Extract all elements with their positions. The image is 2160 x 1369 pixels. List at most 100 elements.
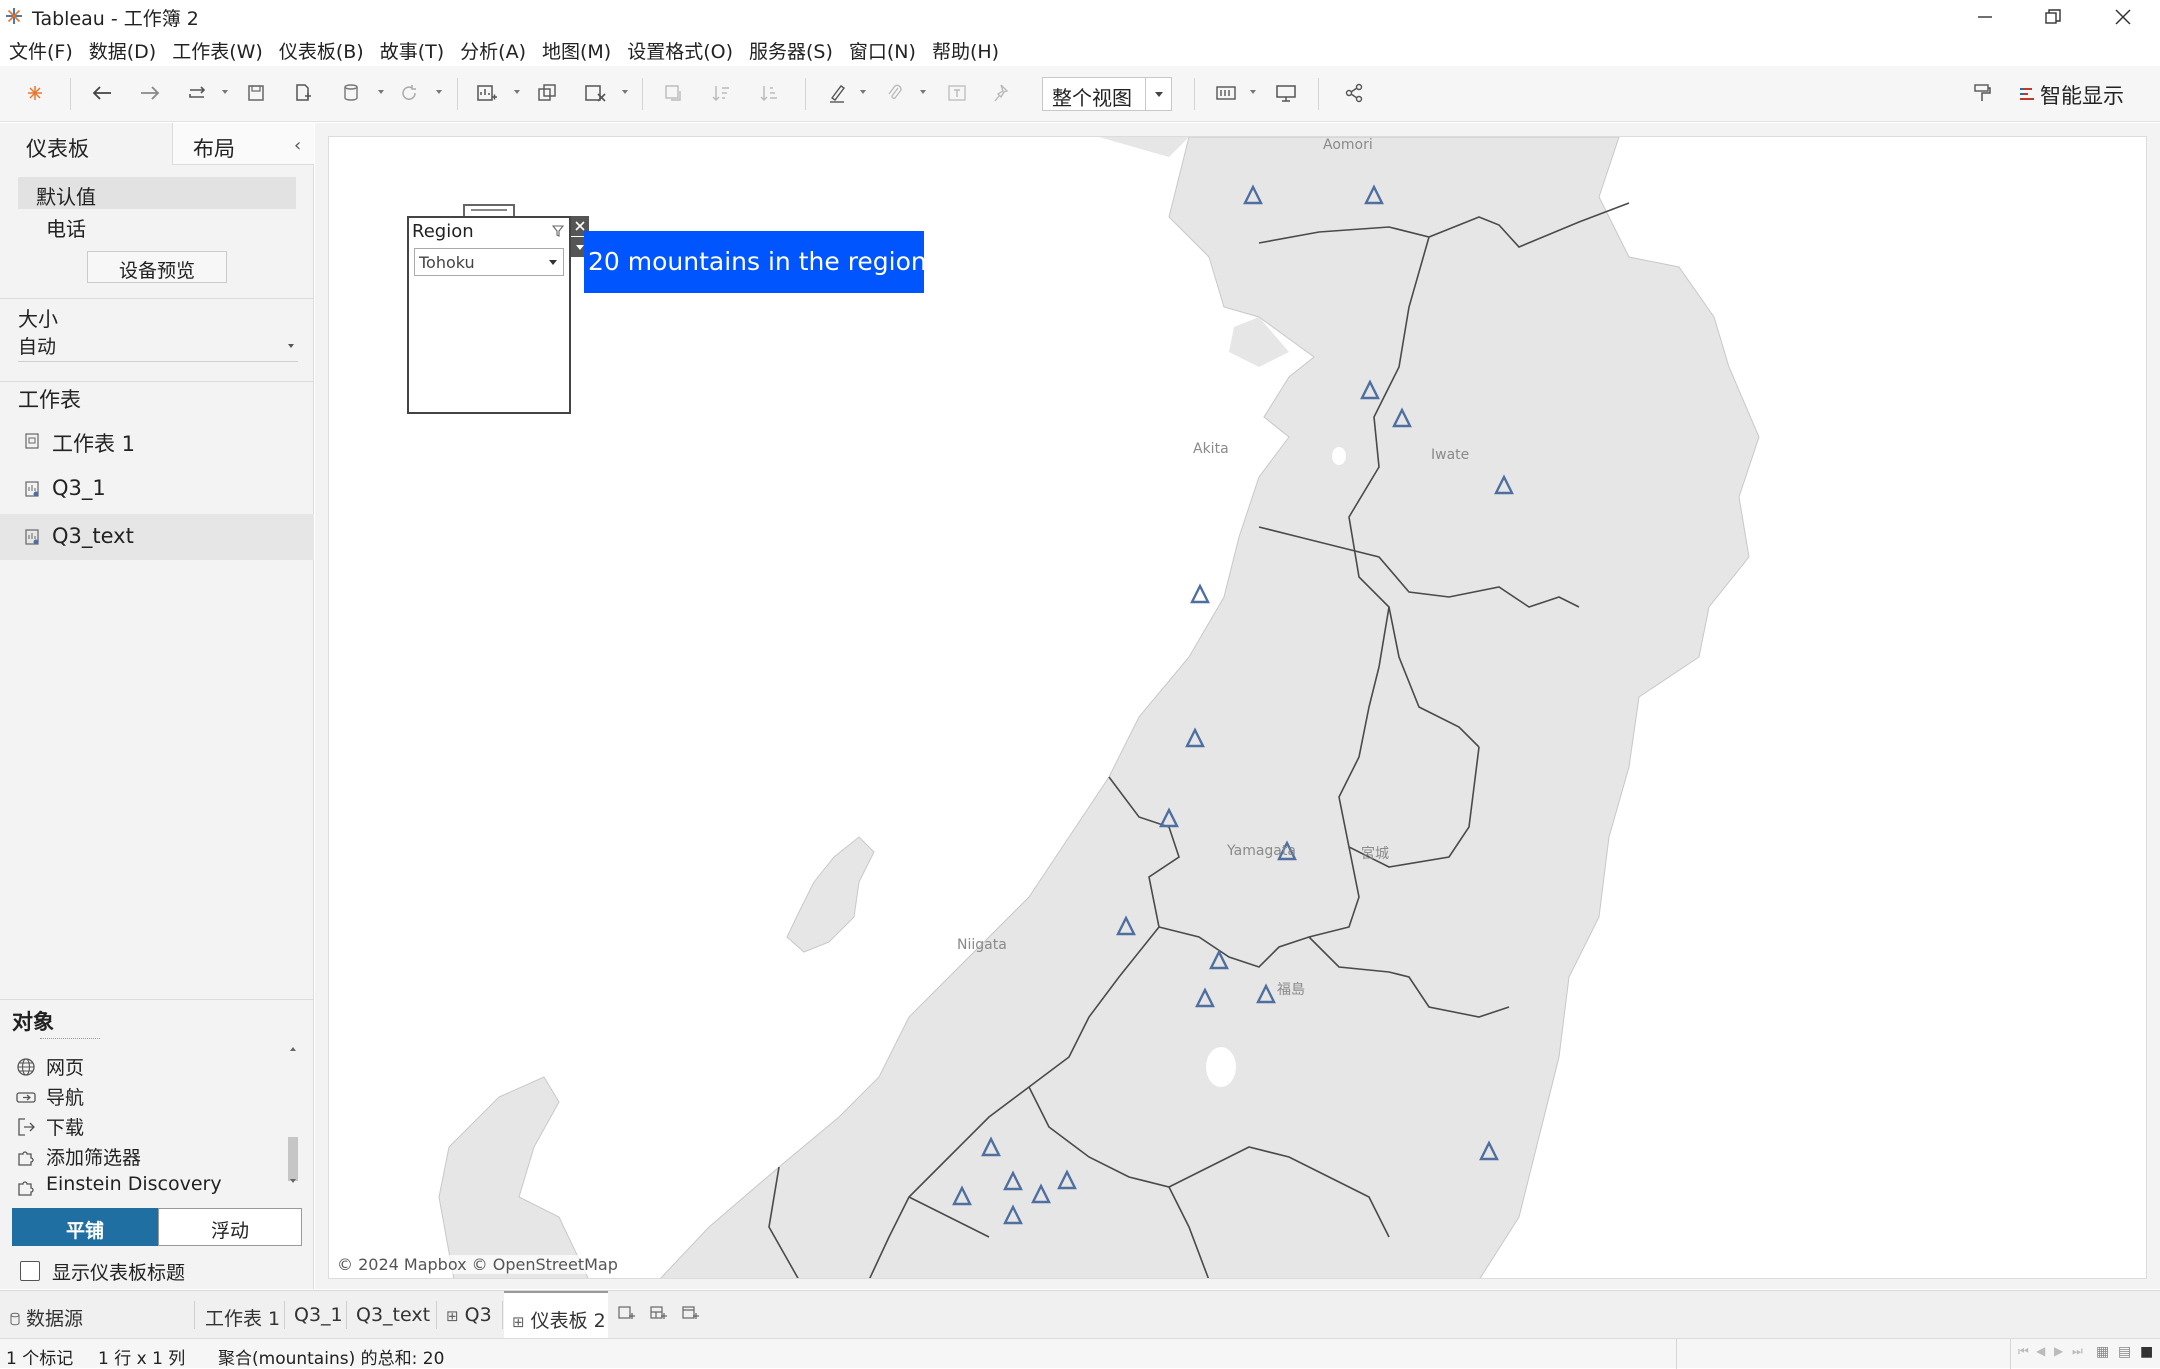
paperclip-icon: [888, 84, 902, 99]
device-preview-button[interactable]: 设备预览: [87, 251, 227, 283]
sheet-item-worksheet-1[interactable]: 工作表 1: [0, 418, 314, 464]
device-phone-item[interactable]: 电话: [46, 213, 86, 242]
share-button[interactable]: [1340, 78, 1368, 108]
sort-descending-button[interactable]: [756, 78, 782, 108]
filter-title: Region: [412, 221, 474, 242]
replay-button[interactable]: [184, 78, 212, 108]
object-web-page[interactable]: 网页: [14, 1053, 84, 1083]
chevron-down-icon[interactable]: [1145, 78, 1171, 110]
fix-axes-button[interactable]: [990, 78, 1016, 108]
collapse-panel-icon[interactable]: ‹: [294, 135, 301, 156]
filmstrip-view-icon[interactable]: ■: [2140, 1344, 2153, 1360]
size-select[interactable]: 自动: [18, 332, 298, 362]
prev-sheet-icon[interactable]: ◀: [2036, 1344, 2045, 1358]
menu-dashboard[interactable]: 仪表板(B): [270, 33, 364, 66]
region-filter-dropdown[interactable]: Tohoku: [414, 248, 564, 276]
show-me-button[interactable]: 智能显示: [2018, 80, 2124, 110]
arrow-right-icon: [141, 86, 160, 100]
menu-analysis[interactable]: 分析(A): [451, 33, 526, 66]
funnel-icon[interactable]: [552, 225, 564, 237]
next-sheet-icon[interactable]: ▶: [2054, 1344, 2063, 1358]
new-dashboard-tab-button[interactable]: [650, 1291, 668, 1339]
fit-view-select[interactable]: 整个视图: [1042, 77, 1172, 111]
object-label: 网页: [46, 1057, 85, 1079]
add-datasource-icon: [296, 84, 311, 101]
redo-button[interactable]: [136, 78, 164, 108]
dashboard-tab-icon: ⊞: [512, 1313, 525, 1331]
sheet-item-q3-text[interactable]: Q3_text: [0, 514, 314, 560]
presentation-icon: [1276, 85, 1296, 102]
extension-icon: [18, 1151, 34, 1166]
tab-q3-text[interactable]: Q3_text: [356, 1291, 430, 1339]
map-label-iwate: Iwate: [1431, 447, 1470, 463]
object-einstein-discovery[interactable]: Einstein Discovery: [14, 1173, 222, 1203]
presentation-mode-button[interactable]: [1272, 78, 1300, 108]
format-painter-button[interactable]: [1968, 78, 1996, 108]
highlight-button[interactable]: [824, 78, 850, 108]
sheet-item-q3-1[interactable]: Q3_1: [0, 466, 314, 512]
minimize-button[interactable]: [1950, 0, 2020, 33]
object-download[interactable]: 下载: [14, 1113, 84, 1143]
menu-format[interactable]: 设置格式(O): [618, 33, 733, 66]
tableau-start-button[interactable]: [22, 78, 48, 108]
object-navigation[interactable]: 导航: [14, 1083, 84, 1113]
swap-icon: [665, 85, 681, 101]
new-story-tab-button[interactable]: [682, 1291, 700, 1339]
tiled-button[interactable]: 平铺: [12, 1208, 158, 1246]
size-label: 大小: [18, 307, 58, 331]
swap-button[interactable]: [660, 78, 686, 108]
pause-updates-button[interactable]: [338, 78, 364, 108]
save-button[interactable]: [243, 78, 269, 108]
tab-datasource-label: 数据源: [26, 1308, 84, 1330]
show-labels-button[interactable]: [944, 78, 970, 108]
menu-worksheet[interactable]: 工作表(W): [163, 33, 263, 66]
tab-q3-1[interactable]: Q3_1: [294, 1291, 343, 1339]
menu-window[interactable]: 窗口(N): [840, 33, 916, 66]
objects-scrollbar[interactable]: [286, 1041, 300, 1189]
chevron-down-icon: [549, 260, 557, 265]
menu-help[interactable]: 帮助(H): [923, 33, 999, 66]
close-icon: [2115, 8, 2131, 25]
filter-move-handle[interactable]: [463, 204, 515, 216]
duplicate-button[interactable]: [534, 78, 560, 108]
clear-sheet-button[interactable]: [582, 78, 608, 108]
grid-view-icon[interactable]: ▦: [2096, 1344, 2109, 1360]
tab-worksheet-1[interactable]: 工作表 1: [205, 1291, 280, 1339]
group-members-button[interactable]: [882, 78, 908, 108]
map-attribution[interactable]: © 2024 Mapbox © OpenStreetMap: [334, 1255, 621, 1274]
menu-map[interactable]: 地图(M): [533, 33, 611, 66]
menu-server[interactable]: 服务器(S): [740, 33, 833, 66]
tab-dashboard-2[interactable]: ⊞ 仪表板 2: [504, 1291, 608, 1339]
tab-dashboard[interactable]: 仪表板: [0, 123, 172, 165]
refresh-button[interactable]: [396, 78, 422, 108]
map-label-fukushima: 福島: [1277, 982, 1305, 998]
checkbox-unchecked-icon[interactable]: [20, 1261, 40, 1281]
objects-section-label: 对象: [12, 1010, 54, 1034]
restore-button[interactable]: [2018, 0, 2088, 33]
close-window-button[interactable]: [2088, 0, 2158, 33]
new-worksheet-tab-button[interactable]: [618, 1291, 636, 1339]
show-dashboard-title-checkbox[interactable]: 显示仪表板标题: [20, 1258, 185, 1285]
tableau-logo-icon: [28, 86, 42, 100]
tab-q3[interactable]: ⊞ Q3: [446, 1291, 492, 1339]
menu-data[interactable]: 数据(D): [80, 33, 156, 66]
first-sheet-icon[interactable]: ⏮: [2018, 1344, 2029, 1359]
map-view[interactable]: Aomori Akita Iwate Yamagata 宮城 Niigata 福…: [328, 136, 2147, 1279]
map-label-aomori: Aomori: [1323, 137, 1373, 153]
menu-story[interactable]: 故事(T): [371, 33, 444, 66]
new-worksheet-button[interactable]: [474, 78, 500, 108]
tab-layout[interactable]: 布局: [172, 123, 314, 165]
show-cards-button[interactable]: [1212, 78, 1240, 108]
last-sheet-icon[interactable]: ⏭: [2072, 1344, 2083, 1359]
list-view-icon[interactable]: ▤: [2118, 1344, 2131, 1360]
new-datasource-button[interactable]: [290, 78, 316, 108]
pin-icon: [994, 84, 1009, 102]
device-default-item[interactable]: 默认值: [18, 177, 296, 209]
undo-button[interactable]: [88, 78, 116, 108]
menu-file[interactable]: 文件(F): [0, 33, 73, 66]
tab-datasource[interactable]: 数据源: [10, 1291, 83, 1339]
sort-ascending-button[interactable]: [708, 78, 734, 108]
object-add-filter[interactable]: 添加筛选器: [14, 1143, 141, 1173]
floating-button[interactable]: 浮动: [158, 1208, 302, 1246]
highlighter-icon: [830, 85, 846, 103]
